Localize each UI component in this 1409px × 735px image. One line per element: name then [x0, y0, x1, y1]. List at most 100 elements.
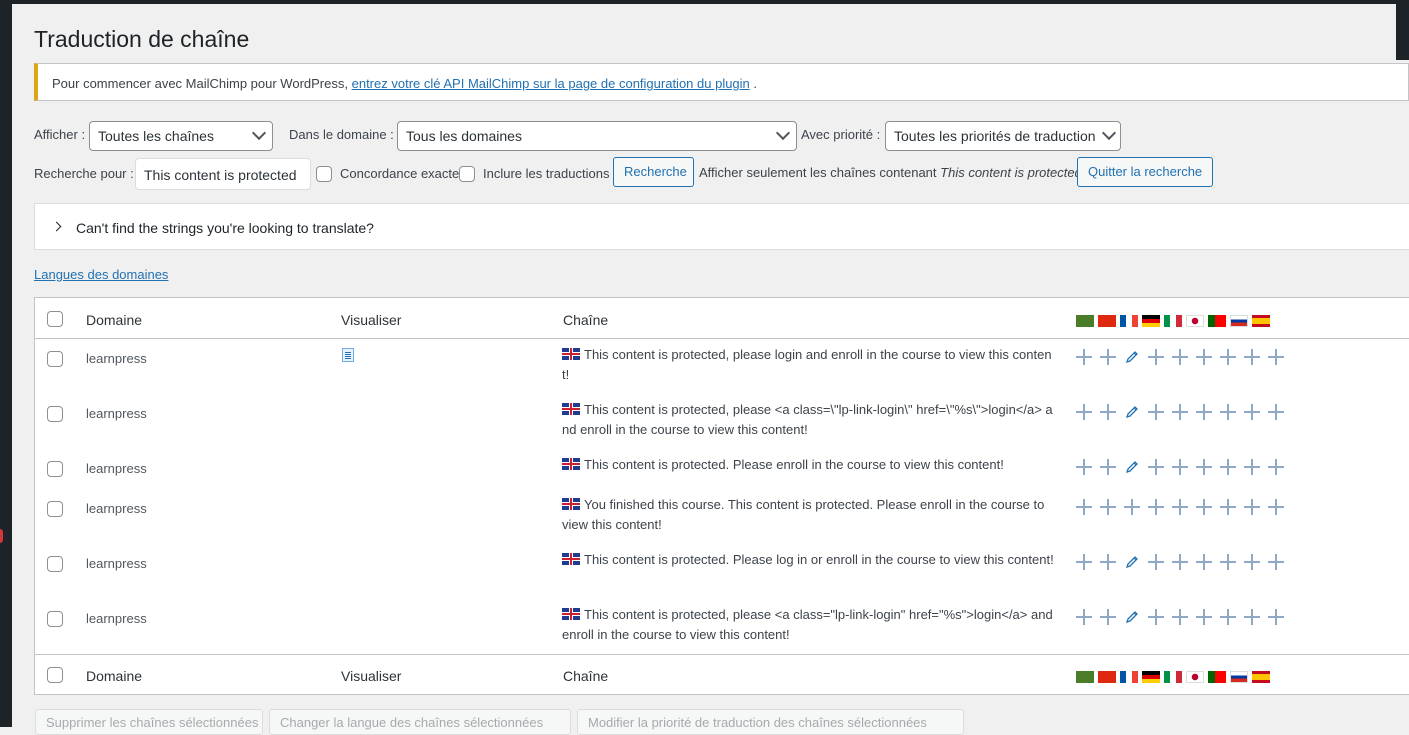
- recherche-button[interactable]: Recherche: [613, 157, 694, 187]
- add-translation-es-plus-icon[interactable]: [1266, 552, 1286, 572]
- notice-config-link[interactable]: entrez votre clé API MailChimp sur la pa…: [352, 76, 750, 91]
- change-priority-select[interactable]: Modifier la priorité de traduction des c…: [577, 709, 964, 735]
- view-document-icon[interactable]: [342, 348, 354, 362]
- add-translation-it-plus-icon[interactable]: [1170, 457, 1190, 477]
- add-translation-de-plus-icon[interactable]: [1146, 552, 1166, 572]
- row-checkbox[interactable]: [47, 556, 63, 572]
- missing-strings-accordion[interactable]: Can't find the strings you're looking to…: [34, 203, 1409, 250]
- row-checkbox[interactable]: [47, 501, 63, 517]
- priorite-select[interactable]: Toutes les priorités de traduction: [885, 121, 1121, 151]
- add-translation-ar-plus-icon[interactable]: [1074, 552, 1094, 572]
- add-translation-ru-plus-icon[interactable]: [1242, 552, 1262, 572]
- row-chaine-text: You finished this course. This content i…: [562, 497, 1045, 532]
- add-translation-it-plus-icon[interactable]: [1170, 347, 1190, 367]
- row-chaine-text: This content is protected, please login …: [562, 347, 1052, 382]
- col-domaine[interactable]: Domaine: [86, 312, 142, 328]
- add-translation-zh-plus-icon[interactable]: [1098, 497, 1118, 517]
- admin-sidebar-edge: [0, 0, 12, 727]
- add-translation-pt-plus-icon[interactable]: [1218, 402, 1238, 422]
- add-translation-it-plus-icon[interactable]: [1170, 402, 1190, 422]
- add-translation-ja-plus-icon[interactable]: [1194, 497, 1214, 517]
- add-translation-ru-plus-icon[interactable]: [1242, 497, 1262, 517]
- add-translation-de-plus-icon[interactable]: [1146, 457, 1166, 477]
- row-chaine: This content is protected, please login …: [562, 345, 1054, 385]
- edit-translation-fr-pencil-icon[interactable]: [1122, 347, 1142, 367]
- header-divider: [35, 338, 1409, 339]
- afficher-select[interactable]: Toutes les chaînes: [89, 121, 273, 151]
- add-translation-ja-plus-icon[interactable]: [1194, 607, 1214, 627]
- add-translation-es-plus-icon[interactable]: [1266, 497, 1286, 517]
- row-domaine: learnpress: [86, 461, 147, 476]
- select-all-checkbox[interactable]: [47, 311, 63, 327]
- chevron-down-icon: [775, 125, 791, 141]
- flag-ru-icon: [1230, 670, 1248, 683]
- col-chaine-footer[interactable]: Chaîne: [563, 668, 608, 684]
- notice-suffix: .: [753, 76, 758, 91]
- add-translation-ar-plus-icon[interactable]: [1074, 347, 1094, 367]
- add-translation-zh-plus-icon[interactable]: [1098, 347, 1118, 367]
- quit-search-button[interactable]: Quitter la recherche: [1077, 157, 1213, 187]
- concordance-checkbox[interactable]: [316, 166, 332, 182]
- row-checkbox[interactable]: [47, 611, 63, 627]
- chevron-right-icon: [51, 221, 62, 232]
- add-translation-it-plus-icon[interactable]: [1170, 497, 1190, 517]
- add-translation-de-plus-icon[interactable]: [1146, 347, 1166, 367]
- add-translation-de-plus-icon[interactable]: [1146, 497, 1166, 517]
- add-translation-ru-plus-icon[interactable]: [1242, 402, 1262, 422]
- col-chaine[interactable]: Chaîne: [563, 312, 608, 328]
- add-translation-pt-plus-icon[interactable]: [1218, 347, 1238, 367]
- add-translation-de-plus-icon[interactable]: [1146, 607, 1166, 627]
- add-translation-pt-plus-icon[interactable]: [1218, 457, 1238, 477]
- add-translation-pt-plus-icon[interactable]: [1218, 552, 1238, 572]
- edit-translation-fr-pencil-icon[interactable]: [1122, 607, 1142, 627]
- flag-pt-icon: [1208, 314, 1226, 327]
- afficher-select-value: Toutes les chaînes: [98, 128, 214, 144]
- add-translation-it-plus-icon[interactable]: [1170, 552, 1190, 572]
- notice-text: Pour commencer avec MailChimp pour WordP…: [52, 76, 348, 91]
- row-checkbox[interactable]: [47, 406, 63, 422]
- page-title: Traduction de chaîne: [34, 26, 250, 52]
- add-translation-de-plus-icon[interactable]: [1146, 402, 1166, 422]
- add-translation-ar-plus-icon[interactable]: [1074, 607, 1094, 627]
- col-visualiser: Visualiser: [341, 312, 402, 328]
- add-translation-ar-plus-icon[interactable]: [1074, 457, 1094, 477]
- add-translation-es-plus-icon[interactable]: [1266, 607, 1286, 627]
- edit-translation-fr-pencil-icon[interactable]: [1122, 552, 1142, 572]
- flag-ru-icon: [1230, 314, 1248, 327]
- domaine-select[interactable]: Tous les domaines: [397, 121, 797, 151]
- add-translation-ja-plus-icon[interactable]: [1194, 347, 1214, 367]
- row-checkbox[interactable]: [47, 461, 63, 477]
- delete-selected-button[interactable]: Supprimer les chaînes sélectionnées: [35, 709, 263, 735]
- add-translation-es-plus-icon[interactable]: [1266, 402, 1286, 422]
- inclure-checkbox[interactable]: [459, 166, 475, 182]
- add-translation-zh-plus-icon[interactable]: [1098, 607, 1118, 627]
- select-all-footer-checkbox[interactable]: [47, 667, 63, 683]
- add-translation-ru-plus-icon[interactable]: [1242, 347, 1262, 367]
- add-translation-pt-plus-icon[interactable]: [1218, 607, 1238, 627]
- col-domaine-footer[interactable]: Domaine: [86, 668, 142, 684]
- change-language-select[interactable]: Changer la langue des chaînes sélectionn…: [269, 709, 571, 735]
- footer-divider: [35, 654, 1409, 655]
- edit-translation-fr-pencil-icon[interactable]: [1122, 402, 1142, 422]
- add-translation-ja-plus-icon[interactable]: [1194, 402, 1214, 422]
- add-translation-fr-plus-icon[interactable]: [1122, 497, 1142, 517]
- add-translation-ja-plus-icon[interactable]: [1194, 552, 1214, 572]
- add-translation-es-plus-icon[interactable]: [1266, 347, 1286, 367]
- accordion-title: Can't find the strings you're looking to…: [76, 220, 374, 236]
- row-checkbox[interactable]: [47, 351, 63, 367]
- add-translation-ru-plus-icon[interactable]: [1242, 457, 1262, 477]
- edit-translation-fr-pencil-icon[interactable]: [1122, 457, 1142, 477]
- add-translation-zh-plus-icon[interactable]: [1098, 402, 1118, 422]
- langues-domaines-link[interactable]: Langues des domaines: [34, 267, 168, 282]
- add-translation-zh-plus-icon[interactable]: [1098, 457, 1118, 477]
- row-chaine-text: This content is protected. Please enroll…: [584, 457, 1004, 472]
- add-translation-pt-plus-icon[interactable]: [1218, 497, 1238, 517]
- add-translation-ja-plus-icon[interactable]: [1194, 457, 1214, 477]
- add-translation-ar-plus-icon[interactable]: [1074, 497, 1094, 517]
- add-translation-ru-plus-icon[interactable]: [1242, 607, 1262, 627]
- search-input[interactable]: This content is protected: [135, 158, 311, 190]
- add-translation-es-plus-icon[interactable]: [1266, 457, 1286, 477]
- add-translation-ar-plus-icon[interactable]: [1074, 402, 1094, 422]
- add-translation-zh-plus-icon[interactable]: [1098, 552, 1118, 572]
- add-translation-it-plus-icon[interactable]: [1170, 607, 1190, 627]
